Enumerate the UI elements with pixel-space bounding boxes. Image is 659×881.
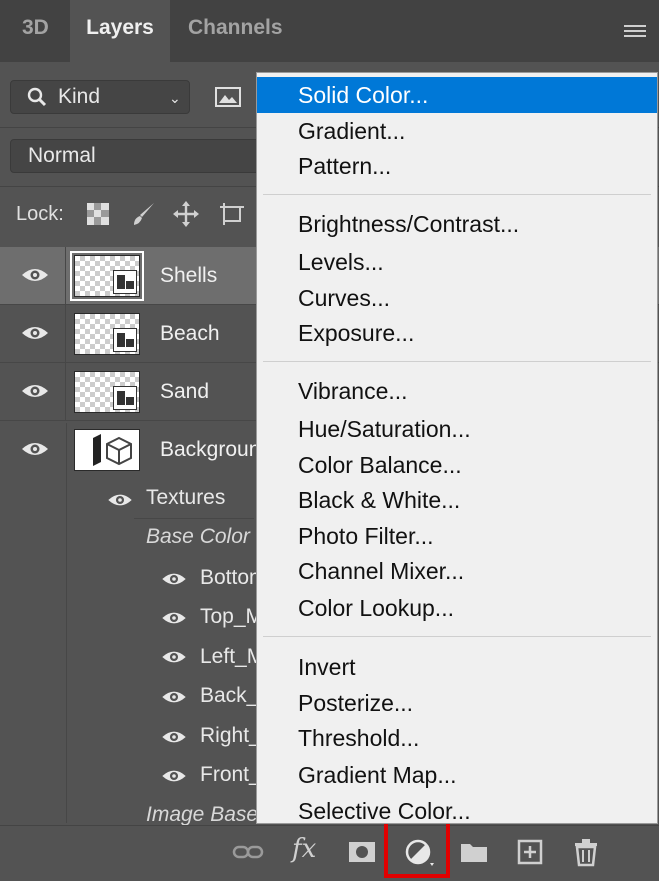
menu-item-label: Invert (298, 654, 356, 680)
tab-channels[interactable]: Channels (188, 0, 283, 62)
trash-icon[interactable] (570, 836, 602, 868)
layer-thumbnail[interactable] (70, 251, 144, 301)
menu-item-label: Curves... (298, 285, 391, 311)
eye-icon[interactable] (160, 648, 188, 666)
smart-object-badge (113, 328, 137, 352)
adjustment-layer-menu: Solid Color... Gradient... Pattern... Br… (256, 72, 658, 824)
eye-icon[interactable] (160, 767, 188, 785)
eye-icon[interactable] (20, 323, 50, 343)
menu-item-levels[interactable]: Levels... (257, 244, 657, 280)
menu-item-label: Pattern... (298, 153, 392, 179)
menu-item-label: Hue/Saturation... (298, 416, 471, 442)
tab-bar: 3D Layers Channels (0, 0, 659, 62)
menu-item-threshold[interactable]: Threshold... (257, 720, 657, 756)
texture-item[interactable]: Back_ (200, 684, 258, 708)
layers-toolbar: fx (0, 825, 659, 881)
filter-kind-label: Kind (58, 85, 101, 108)
layer-name[interactable]: Sand (160, 380, 209, 404)
layers-panel: 3D Layers Channels Kind ⌄ Normal Lock: S… (0, 0, 659, 881)
layer-thumbnail-3d[interactable] (74, 429, 140, 471)
menu-item-pattern[interactable]: Pattern... (257, 148, 657, 184)
menu-separator (263, 361, 651, 362)
lock-position-icon[interactable] (172, 200, 200, 228)
textures-label[interactable]: Textures (146, 486, 225, 510)
menu-item-selective-color[interactable]: Selective Color... (257, 793, 657, 829)
menu-item-hue-saturation[interactable]: Hue/Saturation... (257, 411, 657, 447)
eye-icon[interactable] (160, 609, 188, 627)
menu-item-label: Brightness/Contrast... (298, 211, 520, 237)
tab-layers[interactable]: Layers (70, 0, 170, 62)
menu-item-label: Gradient Map... (298, 762, 457, 788)
layer-name[interactable]: Shells (160, 264, 217, 288)
divider (134, 518, 254, 519)
menu-item-color-lookup[interactable]: Color Lookup... (257, 590, 657, 626)
lock-image-pixels-icon[interactable] (130, 200, 158, 228)
eye-icon[interactable] (106, 491, 134, 509)
menu-item-label: Levels... (298, 249, 384, 275)
link-icon[interactable] (232, 836, 264, 868)
menu-item-label: Channel Mixer... (298, 558, 465, 584)
base-color-label: Base Color (146, 525, 250, 548)
eye-icon[interactable] (160, 570, 188, 588)
smart-object-badge (113, 270, 137, 294)
menu-item-black-white[interactable]: Black & White... (257, 482, 657, 518)
menu-item-gradient[interactable]: Gradient... (257, 113, 657, 149)
chevron-down-icon: ⌄ (169, 90, 181, 106)
menu-item-solid-color[interactable]: Solid Color... (257, 77, 657, 113)
eye-icon[interactable] (20, 439, 50, 459)
layer-thumbnail[interactable] (74, 371, 140, 413)
menu-item-curves[interactable]: Curves... (257, 280, 657, 316)
texture-item[interactable]: Left_M (200, 645, 264, 669)
image-filter-icon[interactable] (214, 86, 242, 108)
lock-transparent-pixels-icon[interactable] (84, 200, 112, 228)
texture-item[interactable]: Right_ (200, 724, 261, 748)
tab-3d[interactable]: 3D (22, 0, 49, 62)
menu-item-label: Color Balance... (298, 452, 462, 478)
menu-item-exposure[interactable]: Exposure... (257, 315, 657, 351)
lock-artboard-icon[interactable] (218, 200, 246, 228)
folder-icon[interactable] (458, 836, 490, 868)
menu-item-label: Posterize... (298, 690, 414, 716)
search-icon (27, 87, 47, 107)
menu-item-photo-filter[interactable]: Photo Filter... (257, 518, 657, 554)
lock-label: Lock: (16, 203, 64, 225)
panel-menu-icon[interactable] (624, 25, 646, 39)
menu-item-label: Threshold... (298, 725, 420, 751)
menu-item-label: Gradient... (298, 118, 406, 144)
menu-separator (263, 636, 651, 637)
filter-kind-select[interactable]: Kind ⌄ (10, 80, 190, 114)
eye-icon[interactable] (20, 381, 50, 401)
mask-icon[interactable] (346, 836, 378, 868)
eye-icon[interactable] (160, 728, 188, 746)
blend-mode-label: Normal (28, 144, 96, 167)
menu-item-color-balance[interactable]: Color Balance... (257, 447, 657, 483)
smart-object-badge (113, 386, 137, 410)
eye-icon[interactable] (20, 265, 50, 285)
menu-item-label: Color Lookup... (298, 595, 454, 621)
menu-item-label: Solid Color... (298, 82, 429, 108)
blend-mode-select[interactable]: Normal (10, 139, 272, 173)
menu-item-label: Vibrance... (298, 378, 408, 404)
menu-item-channel-mixer[interactable]: Channel Mixer... (257, 553, 657, 589)
menu-item-posterize[interactable]: Posterize... (257, 685, 657, 721)
image-based-label: Image Base (146, 803, 259, 826)
menu-item-invert[interactable]: Invert (257, 649, 657, 685)
fx-icon[interactable]: fx (292, 834, 328, 866)
3d-cube-icon (93, 434, 132, 466)
texture-item[interactable]: Front_ (200, 763, 261, 787)
menu-separator (263, 194, 651, 195)
menu-item-brightness-contrast[interactable]: Brightness/Contrast... (257, 206, 657, 242)
new-layer-icon[interactable] (514, 836, 546, 868)
menu-item-label: Photo Filter... (298, 523, 434, 549)
menu-item-label: Black & White... (298, 487, 461, 513)
layer-name[interactable]: Beach (160, 322, 220, 346)
layer-thumbnail[interactable] (74, 313, 140, 355)
menu-item-label: Exposure... (298, 320, 415, 346)
eye-icon[interactable] (160, 688, 188, 706)
menu-item-label: Selective Color... (298, 798, 471, 824)
divider (66, 423, 67, 823)
menu-item-vibrance[interactable]: Vibrance... (257, 373, 657, 409)
texture-item[interactable]: Top_M (200, 605, 263, 629)
menu-item-gradient-map[interactable]: Gradient Map... (257, 757, 657, 793)
